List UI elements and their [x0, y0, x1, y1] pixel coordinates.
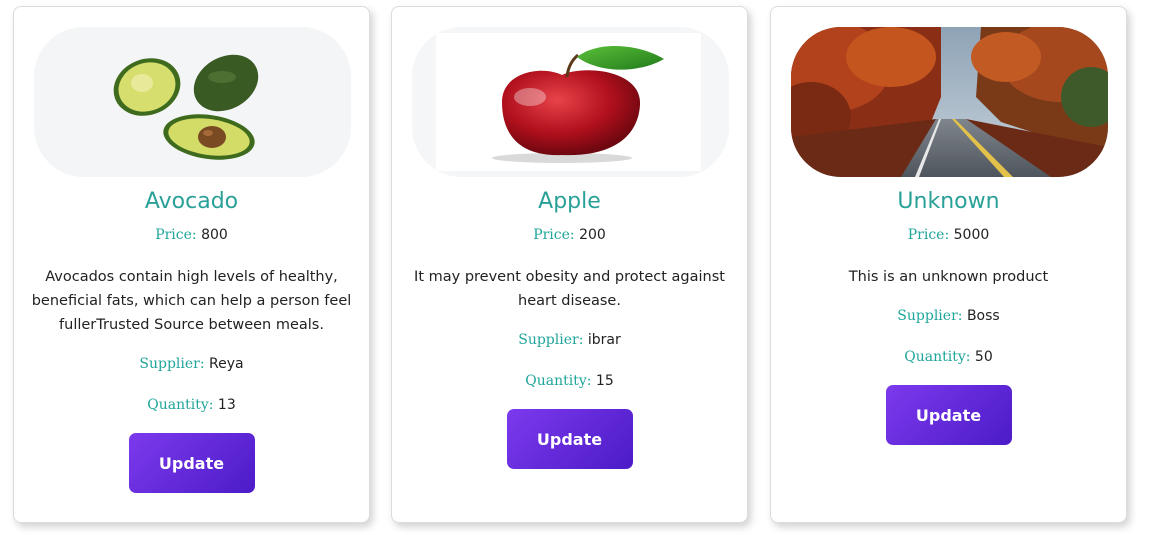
supplier-label: Supplier: — [897, 308, 963, 324]
product-card: Unknown Price: 5000 This is an unknown p… — [770, 6, 1127, 523]
product-quantity: Quantity: 15 — [392, 371, 747, 391]
price-value: 800 — [201, 227, 228, 243]
apple-image — [412, 27, 729, 177]
supplier-label: Supplier: — [518, 332, 584, 348]
update-button[interactable]: Update — [128, 433, 255, 493]
product-card: Apple Price: 200 It may prevent obesity … — [391, 6, 748, 523]
price-label: Price: — [155, 227, 197, 243]
product-supplier: Supplier: ibrar — [392, 330, 747, 350]
product-quantity: Quantity: 13 — [14, 395, 369, 415]
supplier-value: ibrar — [587, 332, 621, 348]
supplier-value: Reya — [209, 356, 244, 372]
product-card: Avocado Price: 800 Avocados contain high… — [13, 6, 370, 523]
product-description: Avocados contain high levels of healthy,… — [31, 269, 352, 333]
quantity-label: Quantity: — [904, 349, 971, 365]
quantity-label: Quantity: — [525, 373, 592, 389]
supplier-value: Boss — [966, 308, 1000, 324]
product-price: Price: 5000 — [771, 225, 1126, 245]
avocado-image — [34, 27, 351, 177]
quantity-label: Quantity: — [147, 397, 214, 413]
product-supplier: Supplier: Reya — [14, 354, 369, 374]
quantity-value: 50 — [974, 349, 993, 365]
quantity-value: 15 — [595, 373, 614, 389]
price-label: Price: — [533, 227, 575, 243]
product-description: It may prevent obesity and protect again… — [414, 269, 725, 309]
product-supplier: Supplier: Boss — [771, 306, 1126, 326]
product-name: Avocado — [144, 189, 239, 214]
autumn-road-image — [791, 27, 1108, 177]
product-price: Price: 800 — [14, 225, 369, 245]
price-value: 5000 — [953, 227, 990, 243]
product-quantity: Quantity: 50 — [771, 347, 1126, 367]
product-name: Unknown — [897, 189, 1000, 214]
product-description: This is an unknown product — [848, 269, 1049, 285]
product-grid: Avocado Price: 800 Avocados contain high… — [0, 0, 1150, 535]
update-button[interactable]: Update — [885, 385, 1012, 445]
price-label: Price: — [907, 227, 950, 243]
supplier-label: Supplier: — [139, 356, 205, 372]
quantity-value: 13 — [217, 397, 236, 413]
product-name: Apple — [538, 189, 601, 214]
price-value: 200 — [579, 227, 606, 243]
update-button[interactable]: Update — [506, 409, 633, 469]
product-price: Price: 200 — [392, 225, 747, 245]
